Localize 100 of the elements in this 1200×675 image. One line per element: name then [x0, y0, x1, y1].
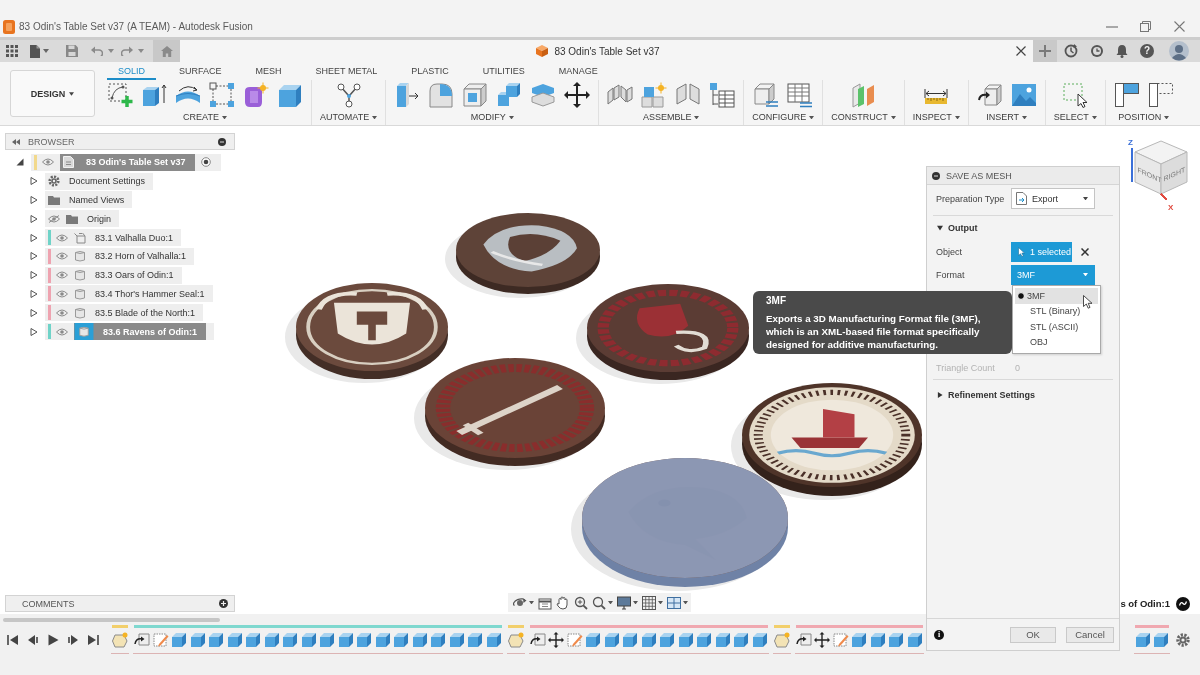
grid-icon[interactable] [642, 595, 656, 610]
cube-icon[interactable] [696, 632, 712, 648]
ok-button[interactable]: OK [1010, 626, 1056, 643]
cube-icon[interactable] [245, 632, 261, 648]
cube-icon[interactable] [208, 632, 224, 648]
expanded-arrow-icon[interactable] [16, 158, 24, 167]
cube-icon[interactable] [189, 632, 206, 648]
cube-icon[interactable] [714, 632, 731, 648]
monitor-icon[interactable] [617, 595, 631, 610]
cancel-button[interactable]: Cancel [1066, 626, 1114, 643]
table-lines-icon[interactable] [787, 82, 814, 108]
hand-icon[interactable] [556, 595, 570, 610]
cube-icon[interactable] [411, 632, 428, 648]
cube-icon[interactable] [393, 632, 409, 648]
eye-icon[interactable] [56, 252, 68, 261]
node-graph-icon[interactable] [335, 82, 362, 108]
skip-to-start-icon[interactable] [7, 634, 19, 646]
settings-icon[interactable] [1176, 633, 1190, 647]
hinged-plates-icon[interactable] [675, 82, 702, 108]
dot-icon[interactable] [218, 137, 226, 146]
planes-icon[interactable] [850, 82, 877, 108]
blocks-sparkle-icon[interactable] [641, 82, 668, 108]
help-button[interactable]: ? [1140, 44, 1154, 58]
collapsed-arrow-icon[interactable] [30, 289, 38, 298]
zoom-icon[interactable] [574, 595, 588, 610]
group-menu-button[interactable]: MODIFY [470, 112, 514, 123]
cube-curved-arrow-icon[interactable] [976, 82, 1003, 108]
box-arrow-icon[interactable] [529, 632, 546, 648]
ribbon-tab[interactable]: SURFACE [168, 62, 233, 80]
undo-icon[interactable] [91, 46, 103, 56]
bell-icon[interactable] [1116, 44, 1128, 58]
tree-item[interactable]: 83.5 Blade of the North:1 [45, 304, 204, 322]
square-pattern-icon[interactable] [209, 82, 235, 108]
section-toggle[interactable]: Output [936, 216, 978, 240]
view-cube[interactable] [1134, 140, 1188, 195]
sketch-plus-icon[interactable] [107, 82, 133, 108]
cube-icon[interactable] [869, 632, 886, 648]
cube-icon[interactable] [659, 632, 675, 648]
ribbon-tab[interactable]: MANAGE [547, 62, 609, 80]
info-button[interactable]: i [934, 629, 944, 640]
cube-icon[interactable] [356, 632, 372, 648]
cube-icon[interactable] [677, 632, 694, 648]
collapsed-arrow-icon[interactable] [30, 308, 38, 317]
cube-icon[interactable] [1134, 632, 1151, 648]
eye-icon[interactable] [56, 233, 68, 242]
cube-icon[interactable] [374, 632, 391, 648]
dashed-layout-icon[interactable] [1147, 82, 1174, 108]
cube-icon[interactable] [300, 632, 317, 648]
image-icon[interactable] [1010, 82, 1037, 108]
double-chevron-icon[interactable] [12, 138, 20, 145]
cube-icon[interactable] [226, 632, 243, 648]
rounded-corner-icon[interactable] [428, 82, 455, 108]
tree-table-icon[interactable] [709, 82, 736, 108]
restore-icon[interactable] [1140, 21, 1151, 32]
group-menu-button[interactable]: INSERT [986, 112, 1028, 123]
radio-target-icon[interactable] [200, 157, 211, 168]
window-frame-icon[interactable] [538, 595, 552, 610]
cube-icon[interactable] [906, 632, 923, 648]
cube-icon[interactable] [851, 632, 867, 648]
eye-slash-icon[interactable] [48, 214, 60, 223]
cube-icon[interactable] [888, 632, 904, 648]
tree-item[interactable]: 83.2 Horn of Valhalla:1 [45, 247, 194, 265]
box-arrow-icon[interactable] [795, 632, 812, 648]
step-back-icon[interactable] [27, 634, 39, 646]
section-toggle[interactable]: Refinement Settings [936, 380, 1035, 410]
cube-icon[interactable] [622, 632, 638, 648]
workspace-button[interactable]: DESIGN [10, 70, 95, 117]
clear-icon[interactable] [1081, 247, 1089, 256]
collapsed-arrow-icon[interactable] [30, 327, 38, 336]
close-icon[interactable] [1016, 46, 1026, 56]
group-menu-button[interactable]: CREATE [183, 112, 227, 123]
cube-icon[interactable] [585, 632, 601, 648]
cube-icon[interactable] [282, 632, 298, 648]
sparkle-block-icon[interactable] [243, 82, 269, 108]
cube-icon[interactable] [1153, 632, 1169, 648]
group-menu-button[interactable]: INSPECT [912, 112, 960, 123]
eye-icon[interactable] [56, 289, 68, 298]
hollow-box-icon[interactable] [462, 82, 489, 108]
ribbon-tab[interactable]: SOLID [107, 62, 156, 80]
home-button[interactable] [153, 40, 180, 62]
apps-grid-icon[interactable] [6, 45, 18, 57]
collapsed-arrow-icon[interactable] [30, 233, 38, 242]
cube-icon[interactable] [277, 82, 303, 108]
cube-icon[interactable] [751, 632, 768, 648]
collapsed-arrow-icon[interactable] [30, 214, 38, 223]
collapsed-arrow-icon[interactable] [30, 196, 38, 204]
caret-icon[interactable] [633, 600, 638, 605]
step-forward-icon[interactable] [67, 634, 79, 646]
box-arrow-icon[interactable] [134, 632, 150, 648]
close-icon[interactable] [1174, 21, 1185, 32]
dropdown-option[interactable]: 3MF [1015, 288, 1098, 304]
cube-icon[interactable] [337, 632, 354, 648]
tree-item[interactable]: 83.1 Valhalla Duo:1 [45, 229, 181, 247]
dropdown-option[interactable]: OBJ [1015, 334, 1098, 350]
collapsed-arrow-icon[interactable] [30, 252, 38, 261]
caret-icon[interactable] [608, 600, 613, 605]
group-menu-button[interactable]: AUTOMATE [320, 112, 378, 123]
tree-item[interactable]: 83.4 Thor's Hammer Seal:1 [45, 285, 213, 303]
group-menu-button[interactable]: CONFIGURE [752, 112, 815, 123]
cube-icon[interactable] [733, 632, 749, 648]
